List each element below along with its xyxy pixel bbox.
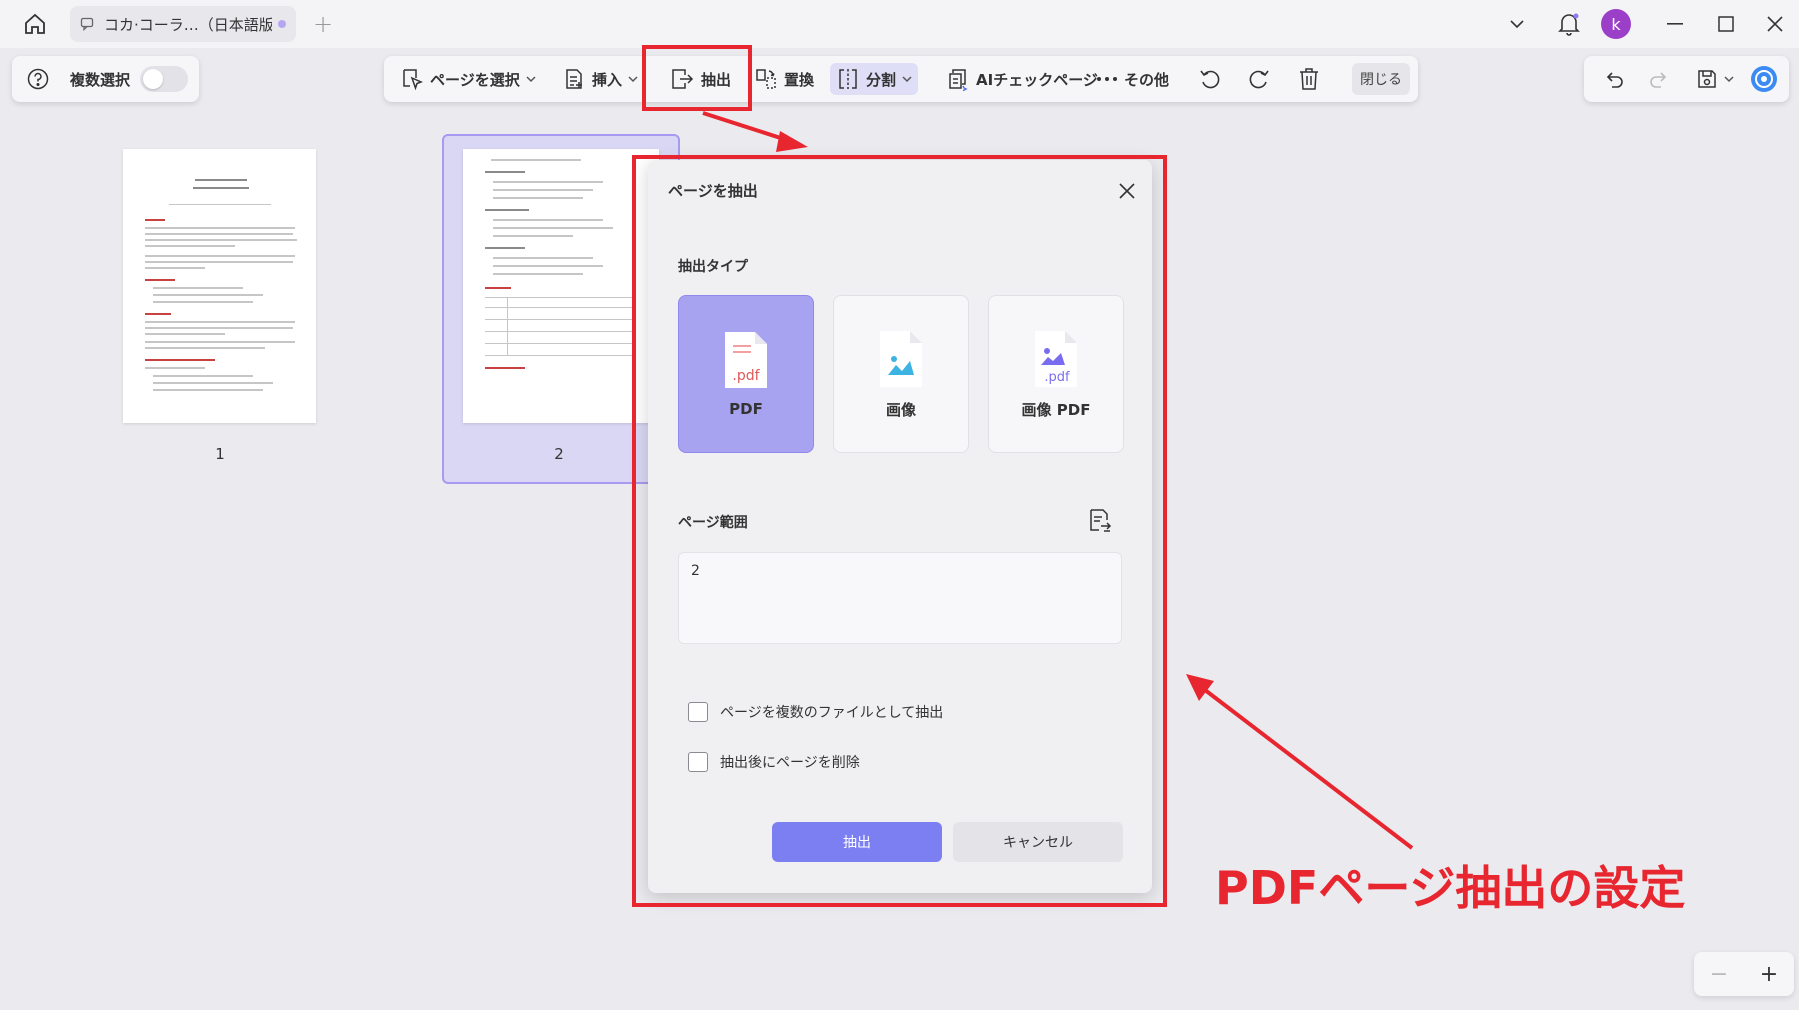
- chevron-down-icon: [1724, 73, 1734, 86]
- select-page-button[interactable]: ページを選択: [394, 63, 542, 95]
- split-label: 分割: [866, 70, 897, 89]
- multi-select-label: 複数選択: [70, 70, 131, 89]
- rotate-right-button[interactable]: [1241, 63, 1277, 95]
- avatar[interactable]: k: [1601, 9, 1631, 39]
- split-button[interactable]: 分割: [830, 63, 919, 95]
- save-icon: [1698, 70, 1716, 88]
- minimize-icon[interactable]: [1662, 10, 1688, 38]
- chevron-down-icon: [526, 73, 536, 86]
- replace-icon: [756, 69, 776, 89]
- new-tab-button[interactable]: +: [310, 10, 336, 38]
- comment-icon: [80, 16, 96, 32]
- ai-check-icon: [949, 69, 968, 91]
- chevron-down-icon: [628, 73, 638, 86]
- help-icon[interactable]: [26, 67, 50, 91]
- home-icon[interactable]: [20, 10, 50, 38]
- page-number-2: 2: [554, 445, 564, 463]
- page-number-1: 1: [215, 445, 225, 463]
- more-button[interactable]: その他: [1090, 63, 1175, 95]
- extract-button-highlight: [642, 45, 752, 111]
- save-button[interactable]: [1690, 63, 1740, 95]
- select-page-label: ページを選択: [430, 70, 520, 89]
- select-page-icon: [403, 69, 423, 91]
- insert-button[interactable]: 挿入: [556, 63, 644, 95]
- tab-title: コカ·コーラ…（日本語版）: [104, 15, 272, 34]
- delete-button[interactable]: [1291, 63, 1327, 95]
- ai-check-page-button[interactable]: AIチェックページ: [940, 63, 1104, 95]
- multi-select-panel: 複数選択: [12, 56, 199, 102]
- multi-select-toggle[interactable]: [140, 66, 189, 92]
- redo-button[interactable]: [1644, 63, 1674, 95]
- ai-check-page-label: AIチェックページ: [976, 70, 1098, 89]
- unsaved-dot-icon: [278, 20, 286, 28]
- page-toolbar: ページを選択 挿入 抽出 置換 分割 AIチェックページ その他 閉じる: [384, 56, 1418, 102]
- ai-assistant-icon: [1751, 66, 1777, 92]
- zoom-in-button[interactable]: +: [1760, 962, 1778, 987]
- title-bar: コカ·コーラ…（日本語版） + k: [0, 0, 1799, 48]
- insert-label: 挿入: [592, 70, 623, 89]
- page-thumbnail-2[interactable]: [463, 149, 659, 423]
- redo-icon: [1650, 72, 1667, 88]
- page-thumbnail-1[interactable]: [123, 149, 316, 423]
- annotation-caption: PDFページ抽出の設定: [1215, 861, 1686, 915]
- undo-icon: [1606, 72, 1623, 88]
- zoom-control: − +: [1694, 952, 1794, 996]
- rotate-left-icon: [1200, 70, 1220, 89]
- replace-label: 置換: [784, 70, 815, 89]
- insert-icon: [566, 69, 582, 89]
- close-window-icon[interactable]: [1762, 10, 1788, 38]
- more-label: その他: [1124, 70, 1170, 89]
- close-toolbar-button[interactable]: 閉じる: [1352, 63, 1410, 95]
- ai-assistant-button[interactable]: [1747, 63, 1781, 95]
- bell-icon[interactable]: [1554, 10, 1584, 38]
- replace-button[interactable]: 置換: [748, 63, 820, 95]
- dialog-highlight: [632, 155, 1167, 907]
- document-tab[interactable]: コカ·コーラ…（日本語版）: [70, 6, 296, 42]
- split-icon: [839, 69, 857, 89]
- chevron-down-icon[interactable]: [1502, 10, 1532, 38]
- chevron-down-icon: [902, 73, 912, 86]
- zoom-out-button[interactable]: −: [1710, 962, 1728, 987]
- undo-button[interactable]: [1599, 63, 1629, 95]
- more-icon: [1097, 77, 1117, 81]
- rotate-right-icon: [1249, 70, 1269, 89]
- trash-icon: [1300, 68, 1318, 90]
- avatar-letter: k: [1601, 9, 1631, 39]
- rotate-left-button[interactable]: [1192, 63, 1228, 95]
- right-toolbar: [1584, 56, 1789, 102]
- maximize-icon[interactable]: [1713, 10, 1739, 38]
